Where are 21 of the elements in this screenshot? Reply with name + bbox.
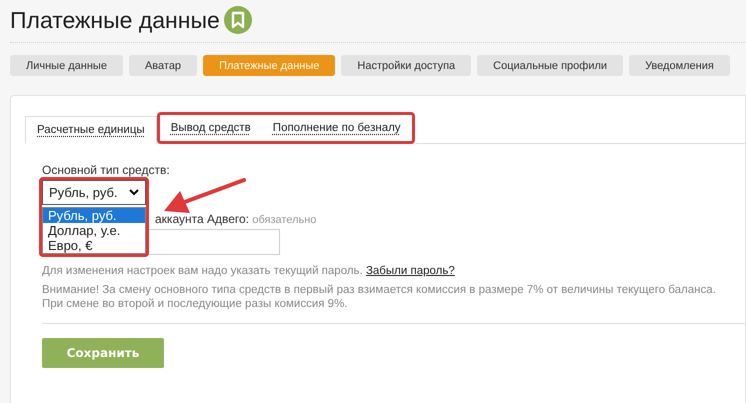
warning-text: При смене во второй и последующие разы комиссия 9%. [42, 297, 348, 311]
profile-tab[interactable]: Аватар [128, 55, 198, 76]
dropdown-option[interactable]: Евро, € [43, 238, 145, 253]
profile-tab[interactable]: Личные данные [10, 55, 123, 76]
forgot-password-link[interactable]: Забыли пароль? [366, 265, 455, 277]
profile-tab[interactable]: Социальные профили [477, 55, 624, 76]
page-title: Платежные данные [10, 6, 220, 34]
profile-tab[interactable]: Уведомления [629, 55, 730, 76]
chevron-down-icon [129, 189, 139, 196]
currency-label: Основной тип средств: [42, 163, 171, 177]
profile-tab[interactable]: Настройки доступа [341, 55, 472, 76]
section-tab[interactable]: Расчетные единицы [25, 116, 157, 144]
section-tab[interactable]: Вывод средств [160, 122, 262, 134]
currency-select[interactable]: Рубль, руб. [42, 180, 146, 205]
dropdown-option[interactable]: Доллар, у.е. [43, 223, 145, 238]
password-label: аккаунта Адвего: обязательно [155, 212, 316, 226]
dropdown-option[interactable]: Рубль, руб. [43, 208, 145, 223]
section-tab[interactable]: Пополнение по безналу [262, 122, 412, 134]
password-hint: Для изменения настроек вам надо указать текущий пароль. Забыли пароль? [42, 265, 456, 277]
bookmark-icon [224, 6, 252, 34]
warning-text: Внимание! За смену основного типа средств в первый раз взимается комиссия в размере 7% от величины текущего баланса. [42, 283, 717, 297]
